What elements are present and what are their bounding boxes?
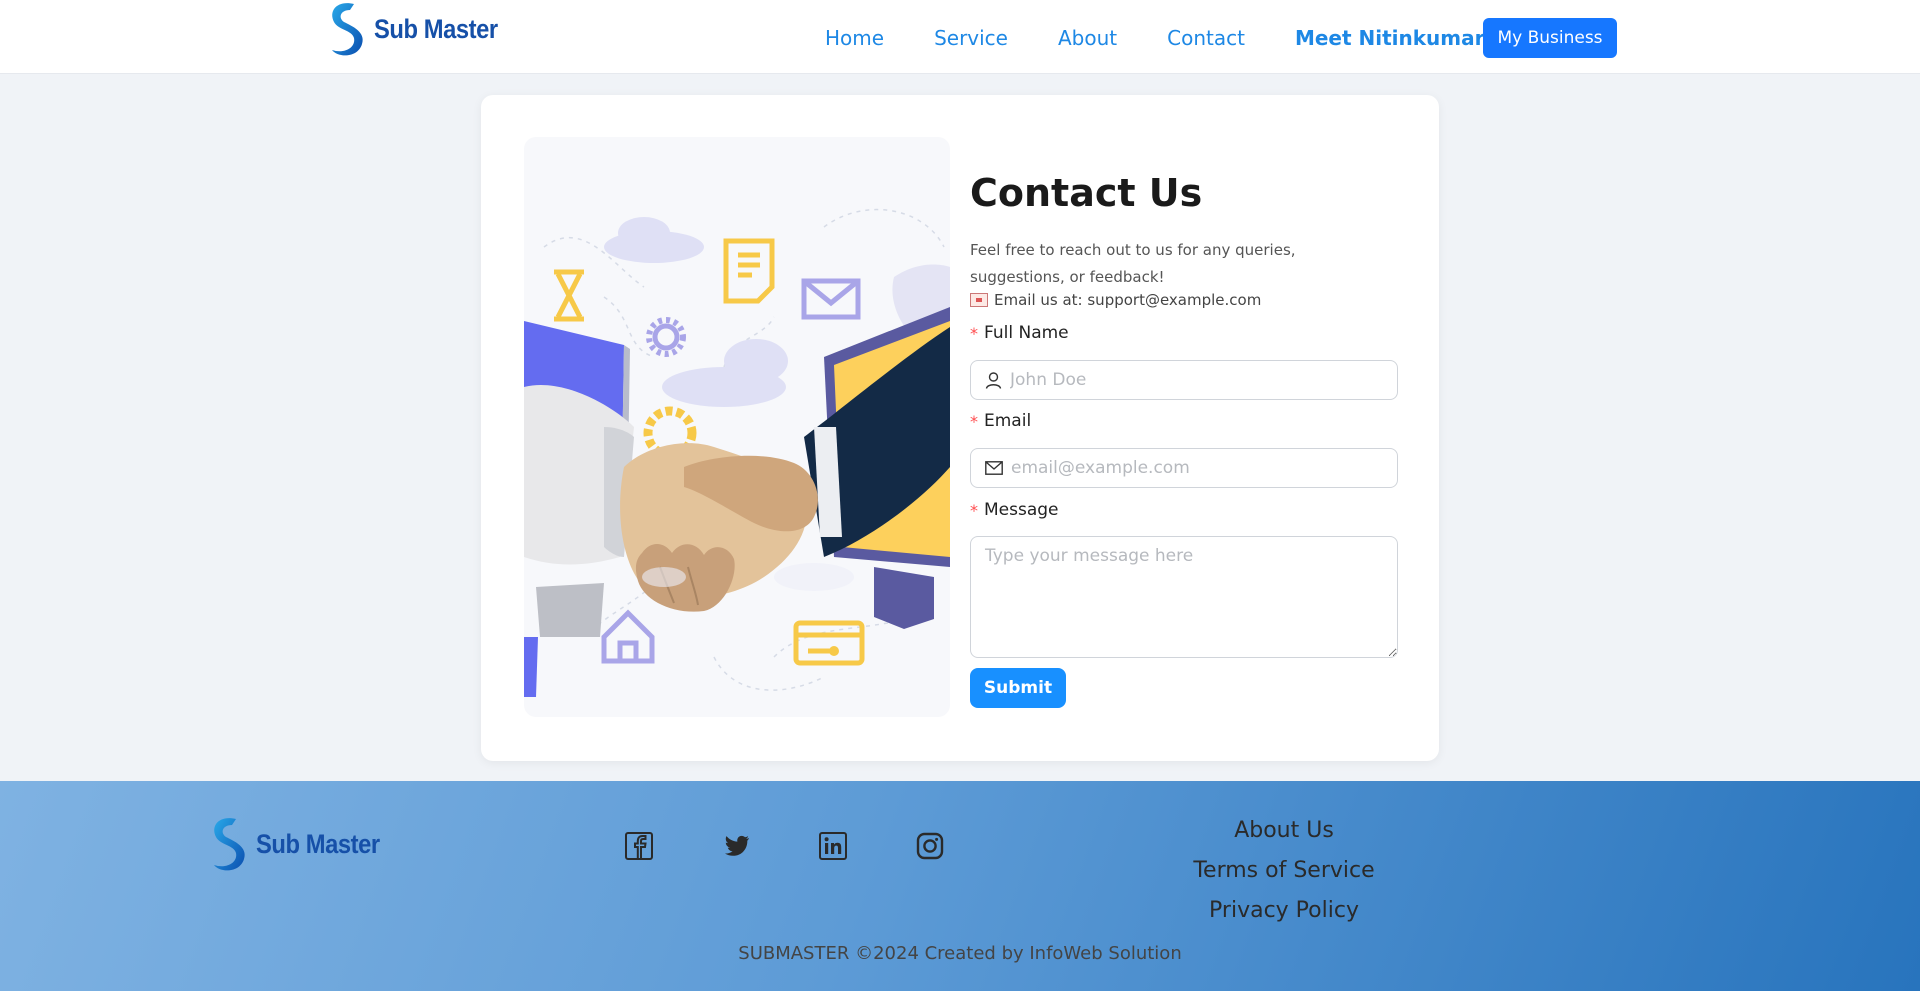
linkedin-icon[interactable] bbox=[818, 831, 848, 861]
twitter-icon[interactable] bbox=[721, 831, 751, 861]
footer-link-terms[interactable]: Terms of Service bbox=[1144, 851, 1424, 891]
facebook-icon[interactable] bbox=[624, 831, 654, 861]
site-footer: Sub Master About Us Terms of Service Pri… bbox=[0, 781, 1920, 991]
mail-icon bbox=[985, 461, 1003, 475]
logo-s-icon bbox=[332, 3, 363, 56]
instagram-icon[interactable] bbox=[915, 831, 945, 861]
main-nav: Home Service About Contact Meet Nitinkum… bbox=[825, 0, 1484, 76]
email-info-text: Email us at: support@example.com bbox=[994, 291, 1262, 309]
required-mark: * bbox=[970, 323, 978, 343]
email-info: Email us at: support@example.com bbox=[970, 291, 1261, 309]
nav-meet-nitinkumar[interactable]: Meet Nitinkumar bbox=[1295, 26, 1485, 50]
brand-name: Sub Master bbox=[374, 13, 498, 44]
footer-brand-name: Sub Master bbox=[256, 828, 380, 859]
required-mark: * bbox=[970, 500, 978, 520]
message-label-text: Message bbox=[984, 500, 1059, 520]
required-mark: * bbox=[970, 411, 978, 431]
handshake-illustration bbox=[524, 137, 950, 717]
my-business-button[interactable]: My Business bbox=[1483, 18, 1617, 58]
logo-s-icon bbox=[214, 818, 245, 871]
footer-links: About Us Terms of Service Privacy Policy bbox=[1144, 811, 1424, 931]
full-name-label: * Full Name bbox=[970, 323, 1069, 343]
submit-button[interactable]: Submit bbox=[970, 668, 1066, 708]
site-header: Sub Master Home Service About Contact Me… bbox=[0, 0, 1920, 74]
full-name-field[interactable] bbox=[970, 360, 1398, 400]
social-links bbox=[624, 831, 1012, 861]
handshake-image bbox=[524, 208, 950, 697]
footer-brand-logo[interactable]: Sub Master bbox=[206, 815, 397, 873]
nav-service[interactable]: Service bbox=[934, 26, 1008, 50]
copyright-text: SUBMASTER ©2024 Created by InfoWeb Solut… bbox=[738, 943, 1182, 964]
contact-card: Contact Us Feel free to reach out to us … bbox=[481, 95, 1439, 761]
footer-link-privacy[interactable]: Privacy Policy bbox=[1144, 891, 1424, 931]
message-textarea[interactable] bbox=[970, 536, 1398, 658]
page-title: Contact Us bbox=[970, 171, 1203, 215]
contact-description: Feel free to reach out to us for any que… bbox=[970, 241, 1296, 286]
full-name-label-text: Full Name bbox=[984, 323, 1069, 343]
email-label: * Email bbox=[970, 411, 1031, 431]
user-icon bbox=[985, 371, 1002, 389]
message-label: * Message bbox=[970, 500, 1059, 520]
email-field[interactable] bbox=[970, 448, 1398, 488]
footer-link-about-us[interactable]: About Us bbox=[1144, 811, 1424, 851]
envelope-emoji-icon bbox=[970, 293, 988, 307]
full-name-input[interactable] bbox=[1010, 370, 1390, 390]
email-label-text: Email bbox=[984, 411, 1032, 431]
nav-contact[interactable]: Contact bbox=[1167, 26, 1245, 50]
nav-about[interactable]: About bbox=[1058, 26, 1117, 50]
brand-logo[interactable]: Sub Master bbox=[324, 0, 515, 58]
nav-home[interactable]: Home bbox=[825, 26, 884, 50]
email-input[interactable] bbox=[1011, 458, 1391, 478]
